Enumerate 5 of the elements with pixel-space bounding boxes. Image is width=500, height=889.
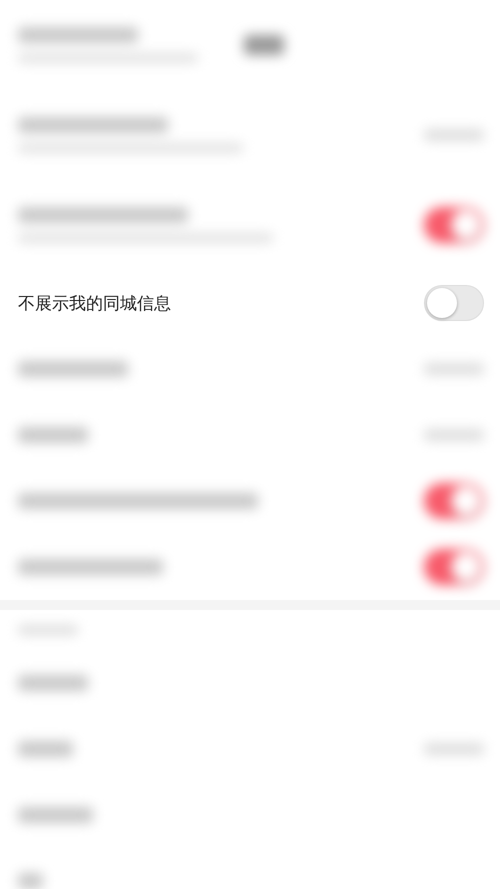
toggle-switch[interactable]	[424, 207, 484, 243]
setting-row[interactable]: 不展示我的同城信息	[0, 270, 500, 336]
toggle-switch[interactable]	[424, 483, 484, 519]
toggle-switch[interactable]	[424, 549, 484, 585]
setting-label: 不展示我的同城信息	[18, 292, 171, 314]
